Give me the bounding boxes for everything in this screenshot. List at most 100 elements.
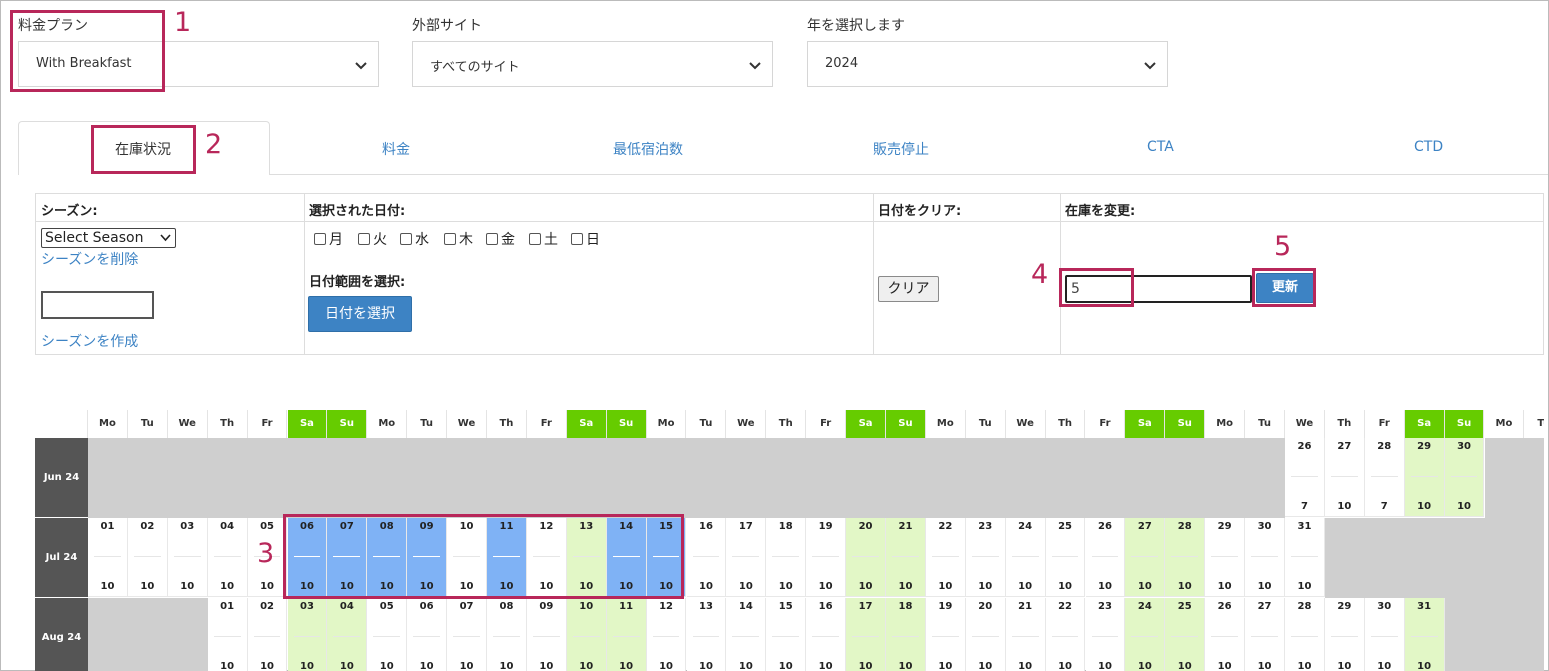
calendar-day-cell[interactable]: 08 10: [487, 598, 527, 671]
calendar-day-cell[interactable]: 27 10: [1125, 518, 1166, 597]
day-divider: [453, 636, 480, 637]
calendar-day-cell[interactable]: 22 10: [1045, 598, 1086, 671]
calendar-day-cell[interactable]: 29 10: [1324, 598, 1365, 671]
day-divider: [1291, 636, 1318, 637]
calendar-day-cell[interactable]: 25 10: [1045, 518, 1086, 597]
calendar-day-cell[interactable]: 25 10: [1165, 598, 1206, 671]
calendar-day-cell[interactable]: 31 10: [1404, 598, 1445, 671]
create-season-link[interactable]: シーズンを作成: [41, 331, 138, 351]
tab-rates[interactable]: 料金: [382, 139, 410, 159]
day-divider: [692, 636, 720, 637]
calendar-day-cell[interactable]: 27 10: [1245, 598, 1285, 671]
calendar-day-cell[interactable]: 16 10: [686, 518, 727, 597]
calendar-day-cell[interactable]: 29 10: [1404, 438, 1445, 517]
weekday-checkbox-mon[interactable]: 月: [314, 229, 343, 249]
weekday-header-cell: Su: [1165, 410, 1206, 438]
calendar-day-cell[interactable]: 23 10: [1085, 598, 1126, 671]
weekday-header-cell: Su: [1444, 410, 1485, 438]
calendar-day-cell[interactable]: 09 10: [526, 598, 567, 671]
calendar-day-cell[interactable]: 18 10: [766, 518, 807, 597]
delete-season-link[interactable]: シーズンを削除: [41, 249, 138, 269]
calendar-day-cell[interactable]: 26 10: [1205, 598, 1246, 671]
weekday-header-cell: Th: [487, 410, 527, 438]
calendar-day-cell[interactable]: 30 10: [1245, 518, 1285, 597]
empty-days: [1484, 438, 1544, 518]
season-select[interactable]: Select Season: [41, 228, 176, 248]
calendar-day-cell[interactable]: 26 10: [1085, 518, 1126, 597]
inventory-count: 10: [1217, 661, 1232, 671]
calendar-day-cell[interactable]: 24 10: [1005, 518, 1046, 597]
calendar-day-cell[interactable]: 03 10: [167, 518, 208, 597]
weekday-checkbox-sun[interactable]: 日: [571, 229, 600, 249]
weekday-header-cell: We: [1005, 410, 1046, 438]
empty-days: [88, 598, 208, 671]
calendar-day-cell[interactable]: 19 10: [806, 518, 847, 597]
weekday-checkbox-wed[interactable]: 水: [400, 229, 429, 249]
calendar-day-cell[interactable]: 31 10: [1285, 518, 1325, 597]
day-number: 25: [1058, 521, 1072, 532]
calendar-day-cell[interactable]: 07 10: [447, 598, 487, 671]
weekday-checkbox-tue[interactable]: 火: [358, 229, 387, 249]
tab-ctd[interactable]: CTD: [1414, 139, 1443, 155]
calendar-day-cell[interactable]: 20 10: [965, 598, 1006, 671]
tab-stop-sell[interactable]: 販売停止: [873, 139, 929, 159]
weekday-header-cell: Fr: [526, 410, 567, 438]
inventory-count: 10: [1337, 501, 1352, 512]
calendar-day-cell[interactable]: 15 10: [766, 598, 807, 671]
calendar-day-cell[interactable]: 30 10: [1444, 438, 1485, 517]
calendar-day-cell[interactable]: 01 10: [88, 518, 128, 597]
day-divider: [253, 636, 281, 637]
calendar-day-cell[interactable]: 16 10: [806, 598, 847, 671]
weekday-checkbox-thu[interactable]: 木: [444, 229, 473, 249]
calendar-day-cell[interactable]: 17 10: [846, 598, 886, 671]
calendar-day-cell[interactable]: 20 10: [846, 518, 886, 597]
calendar-day-cell[interactable]: 05 10: [367, 598, 408, 671]
inventory-count: 10: [1297, 661, 1312, 671]
day-number: 22: [938, 521, 953, 532]
weekday-checkbox-sat[interactable]: 土: [529, 229, 558, 249]
weekday-header-cell: We: [726, 410, 767, 438]
calendar-day-cell[interactable]: 06 10: [407, 598, 448, 671]
calendar-day-cell[interactable]: 14 10: [726, 598, 767, 671]
calendar-day-cell[interactable]: 17 10: [726, 518, 767, 597]
weekday-header-cell: Sa: [846, 410, 886, 438]
calendar-day-cell[interactable]: 23 10: [965, 518, 1006, 597]
day-number: 09: [539, 601, 554, 612]
calendar-day-cell[interactable]: 19 10: [925, 598, 966, 671]
calendar-day-cell[interactable]: 01 10: [207, 598, 248, 671]
calendar-day-cell[interactable]: 28 7: [1364, 438, 1405, 517]
day-number: 30: [1257, 521, 1272, 532]
calendar-day-cell[interactable]: 21 10: [1005, 598, 1046, 671]
weekday-checkbox-fri[interactable]: 金: [486, 229, 515, 249]
calendar-day-cell[interactable]: 24 10: [1125, 598, 1166, 671]
season-name-input[interactable]: [41, 291, 154, 319]
calendar-day-cell[interactable]: 03 10: [287, 598, 328, 671]
calendar-day-cell[interactable]: 28 10: [1165, 518, 1206, 597]
calendar-day-cell[interactable]: 04 10: [327, 598, 368, 671]
calendar-day-cell[interactable]: 04 10: [207, 518, 248, 597]
year-select[interactable]: 2024: [807, 41, 1168, 87]
calendar-day-cell[interactable]: 28 10: [1285, 598, 1325, 671]
tab-min-stay[interactable]: 最低宿泊数: [613, 139, 683, 159]
calendar-day-cell[interactable]: 27 10: [1324, 438, 1365, 517]
calendar-day-cell[interactable]: 26 7: [1285, 438, 1325, 517]
calendar-day-cell[interactable]: 29 10: [1205, 518, 1246, 597]
calendar-day-cell[interactable]: 12 10: [646, 598, 687, 671]
calendar-day-cell[interactable]: 10 10: [566, 598, 607, 671]
calendar-day-cell[interactable]: 11 10: [606, 598, 647, 671]
day-number: 15: [778, 601, 793, 612]
calendar-day-cell[interactable]: 13 10: [686, 598, 727, 671]
external-site-select[interactable]: すべてのサイト: [412, 41, 773, 87]
clear-button[interactable]: クリア: [878, 276, 939, 302]
highlight-rate-plan: [10, 10, 165, 92]
calendar-day-cell[interactable]: 02 10: [127, 518, 168, 597]
day-number: 29: [1337, 601, 1352, 612]
calendar-day-cell[interactable]: 21 10: [886, 518, 926, 597]
calendar-day-cell[interactable]: 18 10: [886, 598, 926, 671]
select-dates-button[interactable]: 日付を選択: [308, 296, 412, 332]
day-divider: [1251, 556, 1278, 557]
tab-cta[interactable]: CTA: [1147, 139, 1174, 155]
calendar-day-cell[interactable]: 22 10: [925, 518, 966, 597]
calendar-day-cell[interactable]: 30 10: [1364, 598, 1405, 671]
calendar-day-cell[interactable]: 02 10: [247, 598, 288, 671]
